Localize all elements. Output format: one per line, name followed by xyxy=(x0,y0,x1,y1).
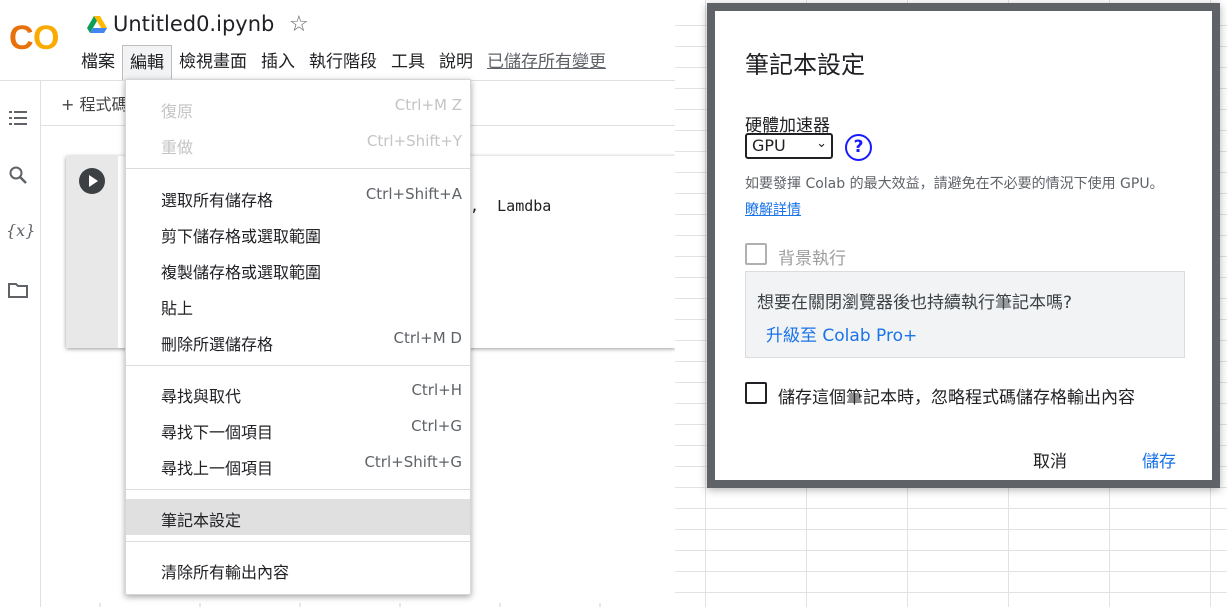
google-drive-icon xyxy=(87,16,107,33)
menu-separator xyxy=(126,365,470,366)
menu-item-label: 選取所有儲存格 xyxy=(161,191,274,210)
learn-more-link[interactable]: 瞭解詳情 xyxy=(745,199,801,219)
add-code-button[interactable]: + 程式碼 xyxy=(61,91,128,115)
grid-line xyxy=(675,592,1227,593)
notebook-settings-dialog: 筆記本設定 硬體加速器 GPU ⌄ ? 如要發揮 Colab 的最大效益，請避免… xyxy=(707,3,1220,488)
menu-item-shortcut: Ctrl+M D xyxy=(393,329,462,347)
menu-item-shortcut: Ctrl+H xyxy=(411,381,462,399)
chevron-down-icon: ⌄ xyxy=(816,136,827,151)
saved-status-link[interactable]: 已儲存所有變更 xyxy=(480,45,613,79)
upsell-question: 想要在關閉瀏覽器後也持續執行筆記本嗎? xyxy=(757,293,1073,313)
menu-item-label: 重做 xyxy=(161,138,194,157)
menu-item-cut[interactable]: 剪下儲存格或選取範圍 xyxy=(126,215,470,251)
gpu-usage-hint: 如要發揮 Colab 的最大效益，請避免在不必要的情況下使用 GPU。 xyxy=(745,176,1164,192)
run-cell-button[interactable] xyxy=(79,168,105,194)
menu-file[interactable]: 檔案 xyxy=(74,45,122,79)
edit-menu-dropdown: 復原 Ctrl+M Z 重做 Ctrl+Shift+Y 選取所有儲存格 Ctrl… xyxy=(125,79,471,595)
menu-runtime[interactable]: 執行階段 xyxy=(302,45,384,79)
menu-item-shortcut: Ctrl+G xyxy=(411,417,462,435)
menu-item-label: 尋找上一個項目 xyxy=(161,459,274,478)
grid-line xyxy=(675,571,1227,572)
grid-line xyxy=(675,508,1227,509)
menu-item-find-next[interactable]: 尋找下一個項目 Ctrl+G xyxy=(126,411,470,447)
notebook-title[interactable]: Untitled0.ipynb xyxy=(113,12,274,36)
menu-item-label: 尋找與取代 xyxy=(161,387,242,406)
variables-icon[interactable]: {x} xyxy=(6,221,35,243)
menu-item-label: 尋找下一個項目 xyxy=(161,423,274,442)
svg-text:O: O xyxy=(33,20,59,54)
menu-help[interactable]: 說明 xyxy=(432,45,480,79)
menu-item-label: 刪除所選儲存格 xyxy=(161,335,274,354)
menu-edit[interactable]: 編輯 xyxy=(122,44,172,80)
help-icon[interactable]: ? xyxy=(845,134,872,161)
cancel-button[interactable]: 取消 xyxy=(1033,447,1067,472)
menu-item-copy[interactable]: 複製儲存格或選取範圍 xyxy=(126,251,470,287)
omit-output-label: 儲存這個筆記本時，忽略程式碼儲存格輸出內容 xyxy=(778,388,1135,408)
background-execution-label: 背景執行 xyxy=(778,249,846,269)
background-execution-checkbox[interactable] xyxy=(745,243,767,265)
menu-item-find-replace[interactable]: 尋找與取代 Ctrl+H xyxy=(126,375,470,411)
bottom-ruler xyxy=(99,603,601,607)
menu-item-delete-cells[interactable]: 刪除所選儲存格 Ctrl+M D xyxy=(126,323,470,359)
dialog-title: 筆記本設定 xyxy=(745,51,865,79)
menu-item-label: 清除所有輸出內容 xyxy=(161,563,290,582)
left-sidebar: {x} xyxy=(0,81,41,607)
menu-item-redo[interactable]: 重做 Ctrl+Shift+Y xyxy=(126,126,470,162)
hardware-accelerator-select[interactable]: GPU ⌄ xyxy=(745,133,833,159)
menu-item-label: 剪下儲存格或選取範圍 xyxy=(161,227,322,246)
menu-item-label: 復原 xyxy=(161,102,194,121)
menu-view[interactable]: 檢視畫面 xyxy=(172,45,254,79)
menu-separator xyxy=(126,541,470,542)
menu-item-shortcut: Ctrl+Shift+Y xyxy=(366,132,462,150)
menu-item-shortcut: Ctrl+Shift+G xyxy=(364,453,462,471)
menu-insert[interactable]: 插入 xyxy=(254,45,302,79)
grid-line xyxy=(675,550,1227,551)
menu-item-label: 筆記本設定 xyxy=(161,511,242,530)
grid-line xyxy=(675,529,1227,530)
folder-icon[interactable] xyxy=(7,279,29,301)
upgrade-colab-pro-link[interactable]: 升級至 Colab Pro+ xyxy=(766,321,917,346)
menu-item-notebook-settings[interactable]: 筆記本設定 xyxy=(126,499,470,535)
accelerator-selected-value: GPU xyxy=(752,136,786,155)
menubar: 檔案 編輯 檢視畫面 插入 執行階段 工具 說明 已儲存所有變更 xyxy=(74,44,613,80)
svg-text:C: C xyxy=(9,20,33,54)
menu-tools[interactable]: 工具 xyxy=(384,45,432,79)
menu-item-label: 貼上 xyxy=(161,299,194,318)
menu-item-undo[interactable]: 復原 Ctrl+M Z xyxy=(126,90,470,126)
colab-logo[interactable]: C O xyxy=(9,20,63,54)
menu-item-paste[interactable]: 貼上 xyxy=(126,287,470,323)
list-icon[interactable] xyxy=(7,107,29,129)
menu-separator xyxy=(126,489,470,490)
menu-item-select-all[interactable]: 選取所有儲存格 Ctrl+Shift+A xyxy=(126,179,470,215)
star-icon[interactable]: ☆ xyxy=(289,12,309,38)
upsell-box: 想要在關閉瀏覽器後也持續執行筆記本嗎? 升級至 Colab Pro+ xyxy=(745,271,1185,358)
omit-output-checkbox[interactable] xyxy=(745,382,767,404)
grid-line xyxy=(705,0,706,607)
menu-item-find-previous[interactable]: 尋找上一個項目 Ctrl+Shift+G xyxy=(126,447,470,483)
cell-gutter xyxy=(66,156,118,348)
menu-item-clear-outputs[interactable]: 清除所有輸出內容 xyxy=(126,551,470,587)
menu-item-shortcut: Ctrl+Shift+A xyxy=(365,185,462,203)
search-icon[interactable] xyxy=(7,164,29,186)
menu-separator xyxy=(126,168,470,169)
menu-item-shortcut: Ctrl+M Z xyxy=(394,96,462,114)
menu-item-label: 複製儲存格或選取範圍 xyxy=(161,263,322,282)
save-button[interactable]: 儲存 xyxy=(1142,447,1176,472)
